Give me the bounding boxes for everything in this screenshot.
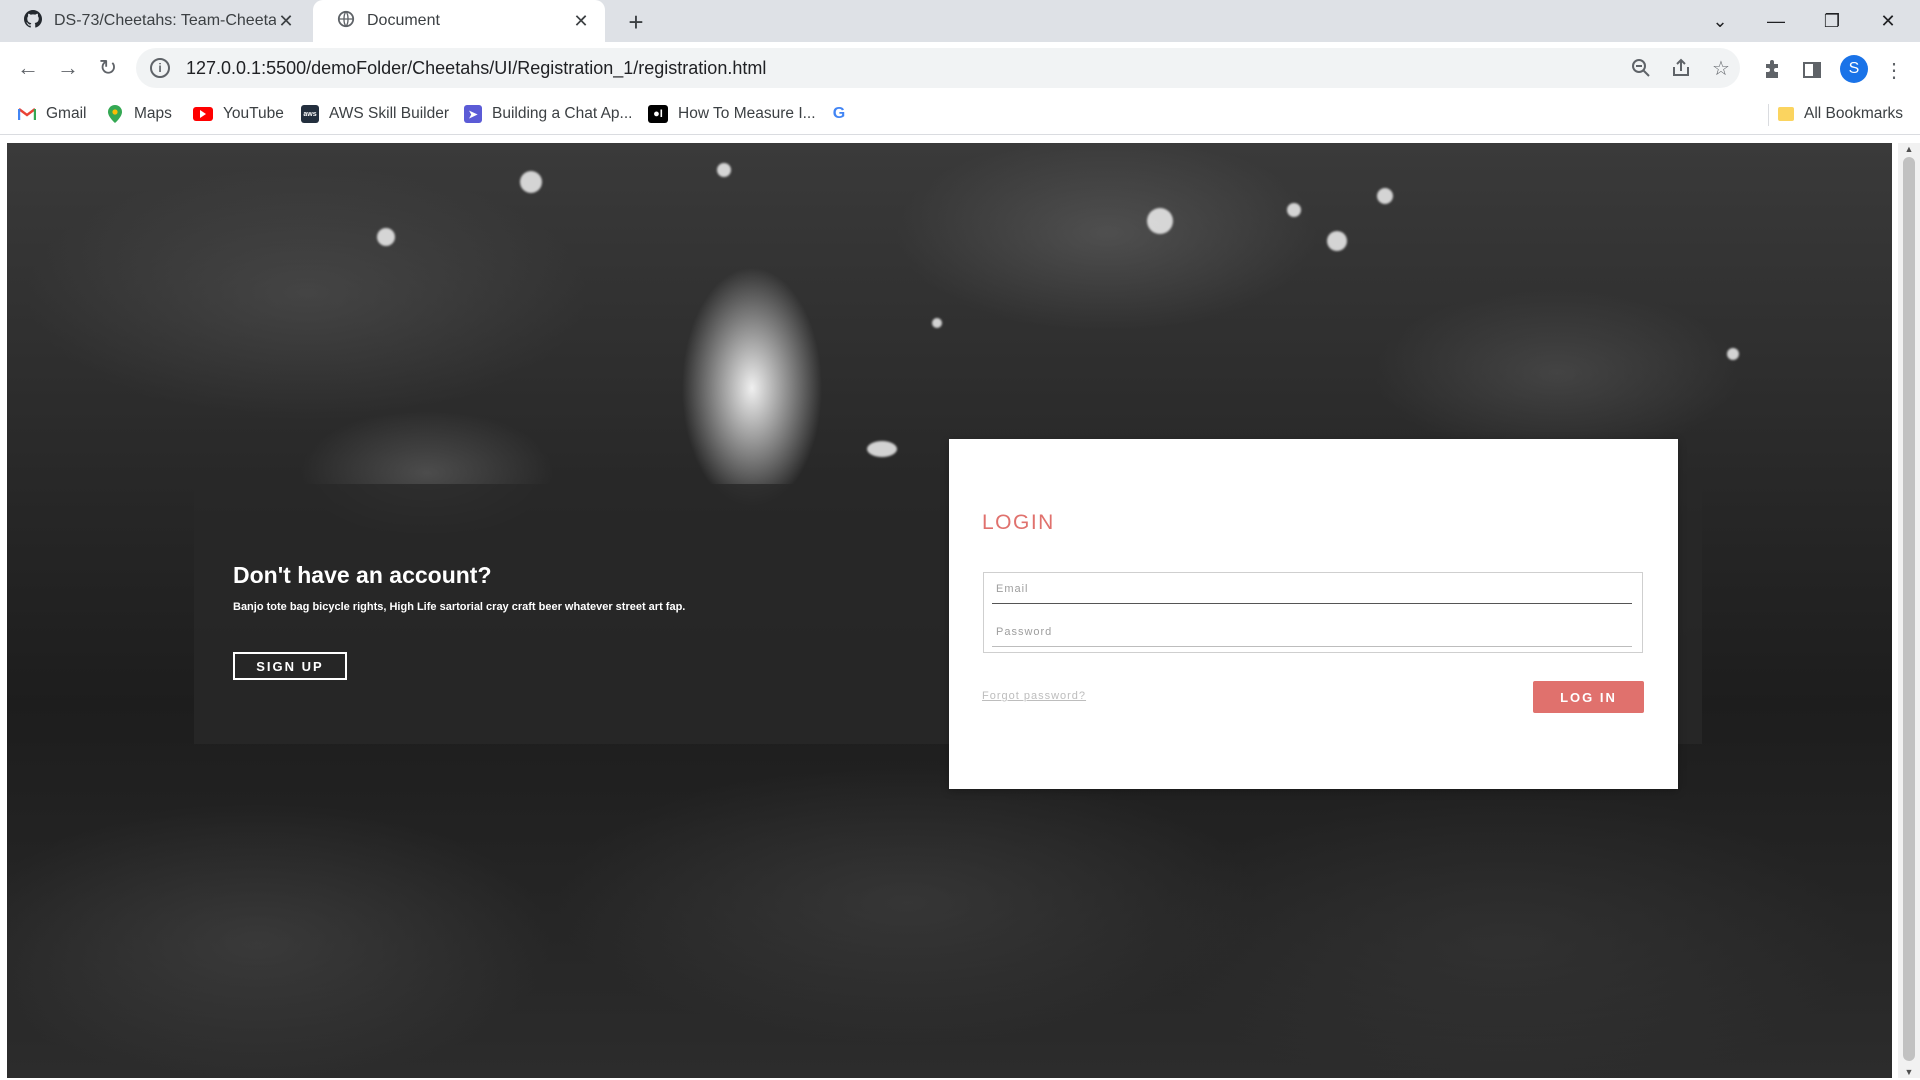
url-text[interactable]: 127.0.0.1:5500/demoFolder/Cheetahs/UI/Re… (186, 58, 766, 79)
new-tab-button[interactable]: + (622, 7, 650, 37)
menu-kebab-icon[interactable]: ⋮ (1880, 56, 1908, 84)
aws-icon: aws (301, 105, 319, 123)
tab-search-chevron-down-icon[interactable]: ⌄ (1692, 0, 1748, 42)
bookmark-maps[interactable]: Maps (106, 102, 172, 126)
bookmark-google[interactable]: G (830, 102, 858, 126)
folder-icon (1778, 107, 1794, 121)
restore-icon[interactable]: ❐ (1804, 0, 1860, 42)
background-speck (377, 228, 395, 246)
login-fields (983, 572, 1643, 653)
scroll-up-icon[interactable]: ▲ (1898, 143, 1920, 155)
login-card: LOGIN Forgot password? LOG IN (949, 439, 1678, 789)
scrollbar-thumb[interactable] (1903, 157, 1915, 1061)
page-scrollbar[interactable]: ▲ ▼ (1898, 143, 1920, 1078)
zoom-icon[interactable] (1628, 55, 1654, 81)
close-icon[interactable]: ✕ (276, 11, 296, 31)
background-speck (717, 163, 731, 177)
bookmark-label: AWS Skill Builder (329, 105, 450, 122)
tab-title: DS-73/Cheetahs: Team-Cheetahs (54, 12, 276, 29)
minimize-icon[interactable]: — (1748, 0, 1804, 42)
forward-arrow-icon[interactable]: → (52, 52, 84, 84)
bookmark-label: Gmail (46, 105, 87, 122)
login-title: LOGIN (982, 511, 1055, 534)
bookmark-chat-app[interactable]: ➤ Building a Chat Ap... (464, 102, 632, 126)
password-input[interactable] (992, 617, 1632, 647)
background-speck (1147, 208, 1173, 234)
background-speck (1377, 188, 1393, 204)
extensions-puzzle-icon[interactable] (1758, 56, 1786, 84)
close-icon[interactable]: ✕ (571, 11, 591, 31)
medium-icon: ●I (648, 105, 668, 123)
email-input[interactable] (992, 574, 1632, 604)
forgot-password-link[interactable]: Forgot password? (982, 690, 1086, 702)
back-arrow-icon[interactable]: ← (12, 52, 44, 84)
profile-avatar[interactable]: S (1840, 55, 1868, 83)
github-icon (24, 9, 43, 33)
bookmark-star-icon[interactable]: ☆ (1708, 55, 1734, 81)
bookmark-label: How To Measure I... (678, 105, 816, 122)
bookmark-aws[interactable]: aws AWS Skill Builder (301, 102, 449, 126)
bookmarks-bar: Gmail Maps YouTube aws AWS Skill Builder… (0, 94, 1920, 135)
background-speck (932, 318, 942, 328)
tab-github[interactable]: DS-73/Cheetahs: Team-Cheetahs ✕ (0, 0, 310, 42)
sign-up-button[interactable]: SIGN UP (233, 652, 347, 680)
share-icon[interactable] (1668, 55, 1694, 81)
site-info-icon[interactable]: i (150, 58, 170, 78)
tab-strip: DS-73/Cheetahs: Team-Cheetahs ✕ Document… (0, 0, 1920, 42)
side-panel-icon[interactable] (1798, 56, 1826, 84)
signup-description: Banjo tote bag bicycle rights, High Life… (233, 601, 686, 613)
bookmarks-divider (1768, 104, 1769, 126)
signup-title: Don't have an account? (233, 562, 492, 588)
tab-document[interactable]: Document ✕ (313, 0, 605, 42)
bookmark-measure[interactable]: ●I How To Measure I... (648, 102, 816, 126)
bookmark-gmail[interactable]: Gmail (18, 102, 86, 126)
background-speck (1287, 203, 1301, 217)
bookmark-label: All Bookmarks (1804, 105, 1904, 122)
gmail-icon (18, 105, 36, 123)
tab-title: Document (367, 12, 440, 29)
globe-icon (337, 10, 355, 33)
background-speck (520, 171, 542, 193)
all-bookmarks-folder[interactable]: All Bookmarks (1778, 102, 1903, 126)
address-bar[interactable]: i 127.0.0.1:5500/demoFolder/Cheetahs/UI/… (136, 48, 1740, 88)
browser-toolbar: ← → ↻ i 127.0.0.1:5500/demoFolder/Cheeta… (0, 42, 1920, 94)
window-close-icon[interactable]: ✕ (1860, 0, 1916, 42)
reload-icon[interactable]: ↻ (92, 52, 124, 84)
bookmark-label: Maps (134, 105, 172, 122)
chat-app-icon: ➤ (464, 105, 482, 123)
maps-icon (106, 105, 124, 123)
bookmark-label: Building a Chat Ap... (492, 105, 633, 122)
background-speck (1727, 348, 1739, 360)
scroll-down-icon[interactable]: ▼ (1898, 1066, 1920, 1078)
youtube-icon (193, 107, 213, 121)
log-in-button[interactable]: LOG IN (1533, 681, 1644, 713)
google-icon: G (832, 105, 846, 122)
bookmark-youtube[interactable]: YouTube (193, 102, 284, 126)
bookmark-label: YouTube (223, 105, 284, 122)
background-speck (1327, 231, 1347, 251)
background-speck (867, 441, 897, 457)
